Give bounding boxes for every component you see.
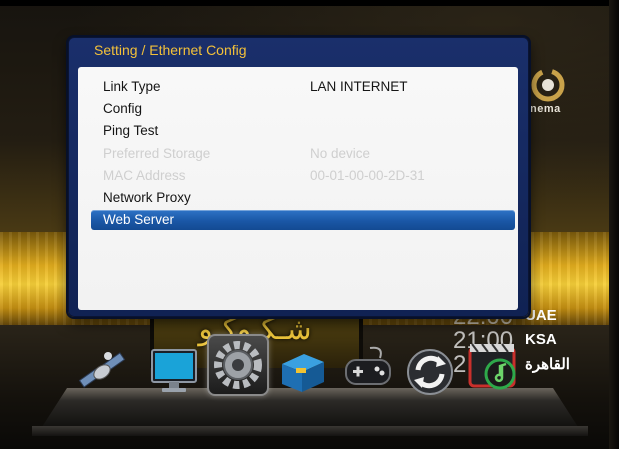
dialog-title: Setting / Ethernet Config (94, 42, 247, 58)
settings-list: Link Type LAN INTERNET Config Ping Test … (78, 67, 518, 310)
channel-logo-icon (531, 68, 565, 102)
setting-label: Web Server (103, 212, 175, 227)
setting-row-web-server[interactable]: Web Server (91, 210, 515, 230)
toolbox-icon[interactable] (274, 342, 330, 398)
setting-value: LAN INTERNET (310, 79, 408, 94)
setting-row-mac-address: MAC Address 00-01-00-00-2D-31 (78, 165, 518, 187)
ethernet-config-dialog: Setting / Ethernet Config Link Type LAN … (68, 37, 529, 317)
schedule-region: UAE (525, 307, 557, 324)
setting-row-network-proxy[interactable]: Network Proxy (78, 187, 518, 209)
setting-value: No device (310, 146, 371, 161)
setting-row-preferred-storage: Preferred Storage No device (78, 143, 518, 165)
satellite-icon[interactable] (74, 344, 130, 400)
monitor-icon[interactable] (146, 344, 202, 400)
setting-value: 00-01-00-00-2D-31 (310, 168, 425, 183)
dock-shelf-edge (32, 426, 588, 436)
setting-label: Preferred Storage (103, 146, 211, 161)
setting-label: Link Type (103, 79, 161, 94)
refresh-icon[interactable] (402, 344, 458, 400)
tv-bezel-right (609, 0, 619, 449)
tv-bezel-top (0, 0, 619, 6)
setting-row-link-type[interactable]: Link Type LAN INTERNET (78, 76, 518, 98)
setting-label: Config (103, 101, 143, 116)
media-player-icon[interactable] (466, 340, 522, 396)
channel-logo-text: nema (530, 103, 561, 115)
schedule-region: KSA (525, 331, 557, 348)
setting-label: MAC Address (103, 168, 186, 183)
gear-icon[interactable] (207, 334, 269, 396)
setting-row-config[interactable]: Config (78, 98, 518, 120)
setting-row-ping-test[interactable]: Ping Test (78, 120, 518, 142)
gamepad-icon[interactable] (340, 340, 396, 396)
setting-label: Ping Test (103, 123, 159, 138)
schedule-region: القاهرة (525, 356, 570, 373)
setting-label: Network Proxy (103, 190, 191, 205)
